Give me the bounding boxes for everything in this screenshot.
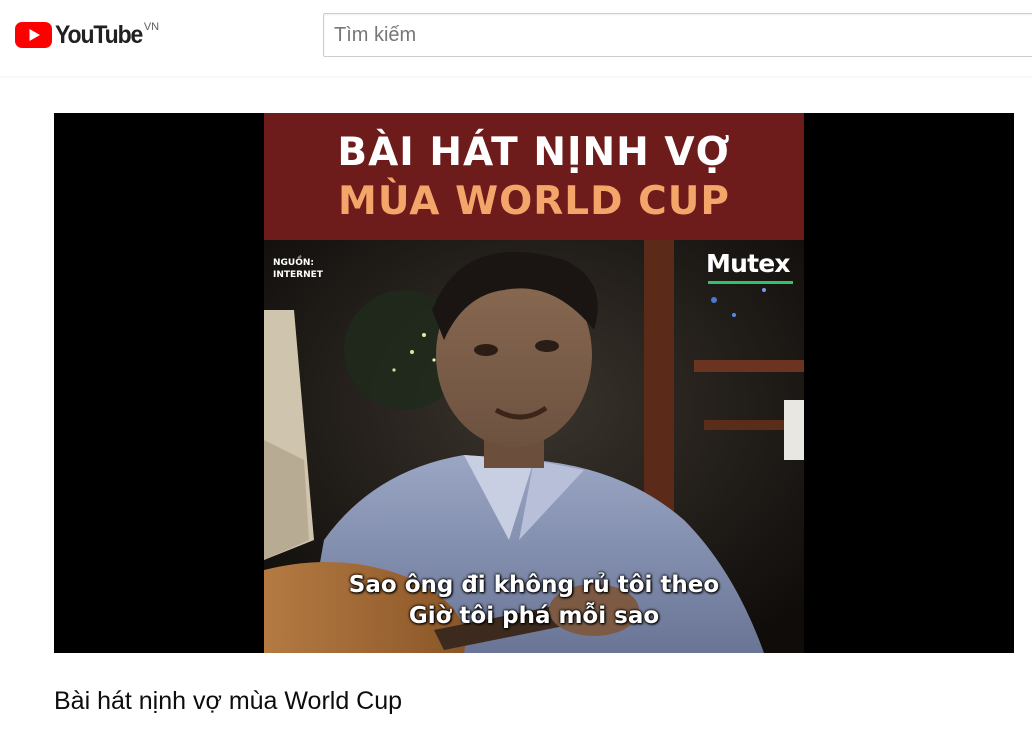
title-banner: BÀI HÁT NỊNH VỢ MÙA WORLD CUP xyxy=(264,113,804,240)
country-code: VN xyxy=(143,21,160,33)
banner-title-line1: BÀI HÁT NỊNH VỢ xyxy=(337,129,731,175)
mutex-logo-underline xyxy=(708,281,793,284)
video-title: Bài hát nịnh vợ mùa World Cup xyxy=(54,687,403,715)
logo-wordmark: YouTube xyxy=(55,21,143,49)
source-note: NGUỒN: INTERNET xyxy=(273,258,323,280)
subtitle-line2: Giờ tôi phá mỗi sao xyxy=(408,603,660,629)
banner-title-line2: MÙA WORLD CUP xyxy=(338,178,730,224)
search-input[interactable] xyxy=(324,14,1032,56)
subtitle-line1: Sao ông đi không rủ tôi theo xyxy=(348,572,720,598)
youtube-play-icon xyxy=(15,22,52,48)
video-frame[interactable]: BÀI HÁT NỊNH VỢ MÙA WORLD CUP NGUỒN: INT… xyxy=(264,113,804,653)
video-player[interactable]: BÀI HÁT NỊNH VỢ MÙA WORLD CUP NGUỒN: INT… xyxy=(54,113,1014,653)
search-box xyxy=(323,13,1032,57)
masthead: YouTube VN xyxy=(0,0,1032,76)
youtube-logo[interactable]: YouTube VN xyxy=(15,20,159,50)
mutex-logo: Mutex xyxy=(706,249,791,278)
